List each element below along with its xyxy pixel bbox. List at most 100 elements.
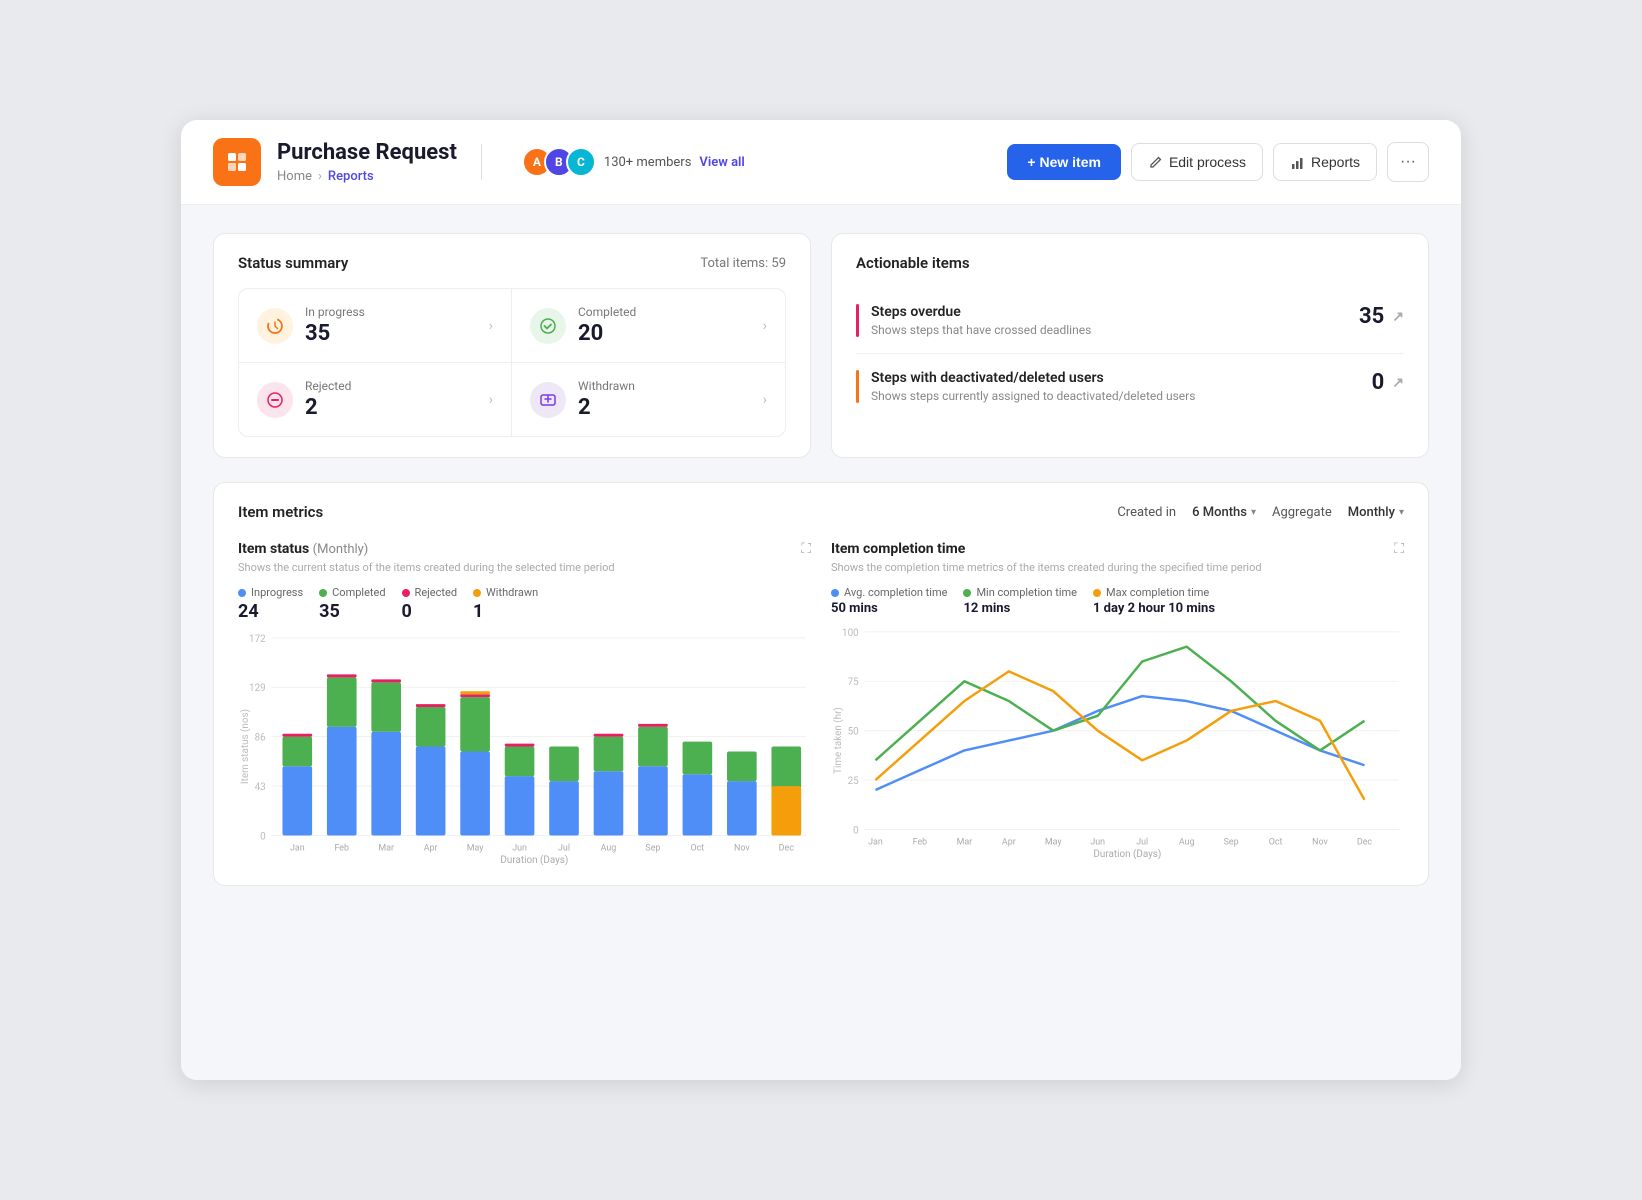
rejected-icon	[257, 382, 293, 418]
withdrawn-label: Withdrawn	[578, 379, 751, 393]
svg-text:Dec: Dec	[779, 843, 795, 853]
members-count: 130+ members	[604, 155, 692, 170]
completion-time-chart-desc: Shows the completion time metrics of the…	[831, 561, 1404, 574]
completion-expand-icon[interactable]: ⛶	[1394, 541, 1404, 557]
avatars-group: A B C	[522, 147, 596, 177]
completion-time-chart-title: Item completion time	[831, 541, 1404, 557]
svg-text:Duration (Days): Duration (Days)	[500, 855, 568, 865]
item-status-expand-icon[interactable]: ⛶	[801, 541, 811, 557]
svg-text:Oct: Oct	[1269, 837, 1283, 847]
svg-text:Mar: Mar	[378, 843, 394, 853]
edit-process-button[interactable]: Edit process	[1131, 143, 1263, 181]
status-cell-inprogress[interactable]: In progress 35 ›	[239, 289, 512, 363]
status-summary-header: Status summary Total items: 59	[238, 254, 786, 272]
inprogress-label: In progress	[305, 305, 477, 319]
inprogress-arrow: ›	[489, 318, 493, 334]
max-dot	[1093, 589, 1101, 597]
edit-icon	[1148, 155, 1163, 170]
svg-text:Feb: Feb	[913, 837, 928, 847]
svg-text:Mar: Mar	[957, 837, 973, 847]
item-status-chart-title: Item status (Monthly)	[238, 541, 811, 557]
rejected-count: 2	[305, 395, 477, 420]
created-in-dropdown[interactable]: 6 Months ▾	[1192, 505, 1256, 520]
status-cell-withdrawn[interactable]: Withdrawn 2 ›	[512, 363, 785, 436]
legend-avg: Avg. completion time 50 mins	[831, 586, 947, 616]
reports-button[interactable]: Reports	[1273, 143, 1377, 181]
overdue-count: 35 ↗	[1359, 304, 1404, 329]
completed-arrow: ›	[763, 318, 767, 334]
svg-text:75: 75	[848, 677, 860, 688]
svg-text:Nov: Nov	[734, 843, 750, 853]
deactivated-title: Steps with deactivated/deleted users	[871, 370, 1360, 386]
actionable-items-card: Actionable items Steps overdue Shows ste…	[831, 233, 1429, 458]
actionable-items-title: Actionable items	[856, 254, 970, 272]
created-in-label: Created in	[1117, 505, 1176, 520]
svg-text:May: May	[467, 843, 485, 853]
deactivated-border	[856, 370, 859, 403]
breadcrumb-home[interactable]: Home	[277, 169, 312, 184]
svg-text:Jul: Jul	[558, 843, 570, 853]
new-item-button[interactable]: + New item	[1007, 144, 1121, 180]
overdue-border	[856, 304, 859, 337]
svg-text:129: 129	[249, 683, 266, 694]
rejected-label: Rejected	[305, 379, 477, 393]
aggregate-chevron: ▾	[1399, 507, 1404, 518]
withdrawn-count: 2	[578, 395, 751, 420]
withdrawn-arrow: ›	[763, 392, 767, 408]
svg-text:Jul: Jul	[1136, 837, 1148, 847]
completion-time-chart-panel: ⛶ Item completion time Shows the complet…	[831, 541, 1404, 865]
item-status-bar-chart: 172 129 86 43 0 Item status (nos)	[238, 628, 811, 865]
actionable-item-deactivated: Steps with deactivated/deleted users Sho…	[856, 354, 1404, 403]
more-options-button[interactable]: ···	[1387, 142, 1429, 182]
header-divider	[481, 144, 482, 180]
header: Purchase Request Home › Reports A B C 13…	[181, 120, 1461, 205]
completed-dot	[319, 589, 327, 597]
svg-text:25: 25	[848, 776, 860, 787]
rejected-arrow: ›	[489, 392, 493, 408]
min-dot	[963, 589, 971, 597]
reports-icon	[1290, 155, 1305, 170]
status-info-inprogress: In progress 35	[305, 305, 477, 346]
svg-text:Jan: Jan	[868, 837, 883, 847]
deactivated-ext-link[interactable]: ↗	[1392, 375, 1404, 391]
item-status-legend: Inprogress 24 Completed 35	[238, 586, 811, 622]
svg-text:Aug: Aug	[601, 843, 617, 853]
legend-rejected: Rejected 0	[402, 586, 457, 622]
aggregate-dropdown[interactable]: Monthly ▾	[1348, 505, 1404, 520]
created-in-chevron: ▾	[1251, 507, 1256, 518]
app-container: Purchase Request Home › Reports A B C 13…	[181, 120, 1461, 1080]
avg-dot	[831, 589, 839, 597]
status-info-withdrawn: Withdrawn 2	[578, 379, 751, 420]
withdrawn-dot	[473, 589, 481, 597]
svg-text:Jan: Jan	[290, 843, 305, 853]
svg-text:Duration (Days): Duration (Days)	[1093, 849, 1161, 859]
header-title-section: Purchase Request Home › Reports	[277, 140, 457, 184]
svg-text:50: 50	[848, 727, 859, 738]
overdue-ext-link[interactable]: ↗	[1392, 309, 1404, 325]
inprogress-count: 35	[305, 321, 477, 346]
inprogress-icon	[257, 308, 293, 344]
svg-text:100: 100	[842, 628, 859, 639]
status-summary-title: Status summary	[238, 254, 348, 272]
item-status-chart-panel: ⛶ Item status (Monthly) Shows the curren…	[238, 541, 811, 865]
page-title: Purchase Request	[277, 140, 457, 165]
overdue-desc: Shows steps that have crossed deadlines	[871, 323, 1347, 337]
completed-icon	[530, 308, 566, 344]
status-info-rejected: Rejected 2	[305, 379, 477, 420]
status-cell-rejected[interactable]: Rejected 2 ›	[239, 363, 512, 436]
svg-text:Sep: Sep	[645, 843, 660, 853]
metrics-title: Item metrics	[238, 503, 1117, 521]
aggregate-label: Aggregate	[1272, 505, 1332, 520]
top-row: Status summary Total items: 59 In	[213, 233, 1429, 458]
legend-withdrawn: Withdrawn 1	[473, 586, 538, 622]
svg-text:Jun: Jun	[1090, 837, 1105, 847]
svg-text:Time taken (hr): Time taken (hr)	[833, 707, 844, 774]
header-actions: + New item Edit process Reports ···	[1007, 142, 1429, 182]
view-all-link[interactable]: View all	[699, 155, 744, 170]
svg-text:0: 0	[260, 831, 266, 842]
inprogress-dot	[238, 589, 246, 597]
actionable-items-header: Actionable items	[856, 254, 1404, 272]
legend-min: Min completion time 12 mins	[963, 586, 1077, 616]
status-cell-completed[interactable]: Completed 20 ›	[512, 289, 785, 363]
main-content: Status summary Total items: 59 In	[181, 205, 1461, 1080]
